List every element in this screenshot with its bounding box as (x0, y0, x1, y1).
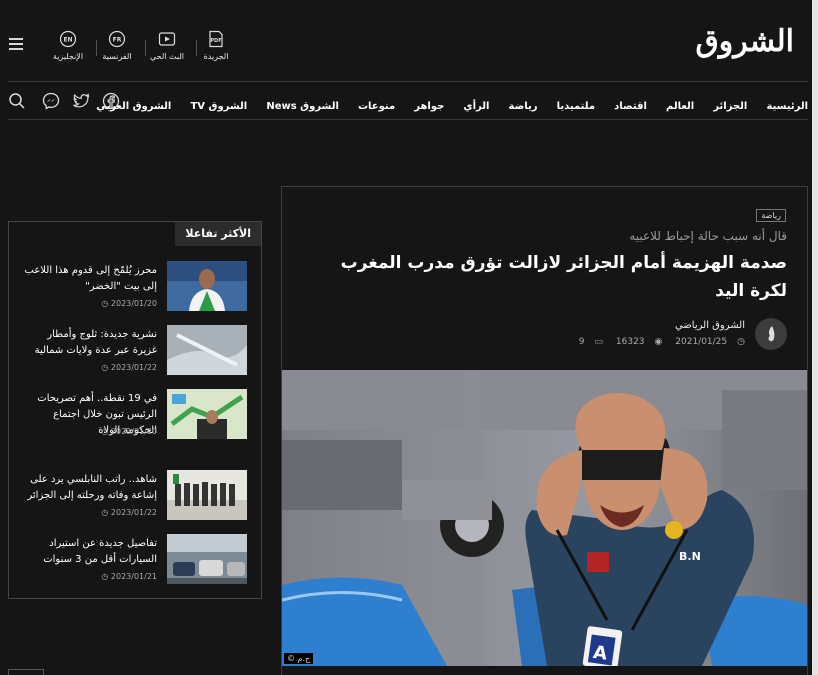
pdf-icon: PDF (209, 30, 223, 48)
list-item-date: ◷ 2023/01/22 (101, 363, 157, 372)
sidebar-title: الأكثر تفاعلا (175, 222, 261, 246)
views-icon: ◉ (654, 337, 663, 347)
article-photo[interactable]: B.N A © ح.م (282, 370, 807, 666)
nav-item-home[interactable]: الرئيسية (766, 101, 808, 112)
article-headline[interactable]: صدمة الهزيمة أمام الجزائر لازالت تؤرق مد… (307, 249, 787, 305)
list-item-date: ◷ 2023/01/20 (101, 427, 157, 436)
coach-photo-illustration: B.N A (282, 370, 807, 666)
list-item-title[interactable]: تفاصيل جديدة عن استيراد السيارات أقل من … (21, 536, 157, 568)
list-item-date-text: 2023/01/21 (110, 572, 157, 581)
category-badge[interactable]: رياضة (756, 209, 786, 222)
nav-item-arabi[interactable]: الشروق العربي (96, 101, 171, 112)
article-meta: ◷ 2021/01/25 ◉ 16323 ▭ 9 (569, 337, 745, 347)
search-icon[interactable] (8, 92, 26, 110)
author-logo-icon (768, 326, 775, 342)
nav-items: الرئيسية الجزائر العالم اقتصاد ملتميديا … (82, 94, 808, 113)
play-icon (158, 32, 176, 46)
photo-credit: © ح.م (284, 653, 314, 664)
list-item[interactable]: تفاصيل جديدة عن استيراد السيارات أقل من … (25, 534, 247, 586)
site-header: EN الإنجليزية FR الفرنسية البث الحي PDF … (0, 0, 812, 82)
english-link-label: الإنجليزية (52, 52, 84, 61)
nav-item-jewels[interactable]: جواهر (414, 101, 444, 112)
next-section-box (8, 669, 44, 675)
newspaper-label: الجريدة (203, 52, 229, 61)
list-item[interactable]: شاهد.. راتب النابلسي يرد على إشاعة وفاته… (25, 470, 247, 522)
most-interacted-sidebar: الأكثر تفاعلا محرز يُلمّح إلى قدوم هذا ا… (8, 221, 262, 599)
list-item-date: ◷ 2023/01/20 (101, 299, 157, 308)
english-link[interactable]: EN الإنجليزية (42, 30, 94, 61)
thumbnail (167, 534, 247, 584)
thumbnail (167, 470, 247, 520)
badge-letter: A (592, 642, 609, 665)
live-stream-label: البث الحي (150, 52, 184, 61)
nav-item-algeria[interactable]: الجزائر (713, 101, 747, 112)
live-stream-link[interactable]: البث الحي (141, 30, 193, 61)
clock-icon: ◷ (101, 572, 111, 581)
clock-icon: ◷ (101, 363, 111, 372)
article-card: رياضة قال أنه سبب حالة إحباط للاعبيه صدم… (281, 186, 808, 675)
messenger-icon[interactable] (42, 92, 60, 110)
site-logo[interactable]: الشروق (695, 24, 795, 59)
nav-item-sports[interactable]: رياضة (509, 101, 538, 112)
nav-item-multimedia[interactable]: ملتميديا (557, 101, 595, 112)
thumbnail (167, 325, 247, 375)
list-item-title[interactable]: شاهد.. راتب النابلسي يرد على إشاعة وفاته… (21, 472, 157, 504)
nav-item-news[interactable]: الشروق News (266, 101, 339, 112)
nav-item-opinion[interactable]: الرأي (463, 101, 489, 112)
nav-item-world[interactable]: العالم (666, 101, 694, 112)
list-item-title[interactable]: نشرية جديدة: ثلوج وأمطار غزيرة عبر عدة و… (21, 327, 157, 359)
french-link-label: الفرنسية (102, 52, 132, 61)
article-views: 16323 (615, 337, 645, 347)
clock-icon: ◷ (101, 427, 111, 436)
main-nav: الرئيسية الجزائر العالم اقتصاد ملتميديا … (8, 82, 808, 120)
article-kicker: قال أنه سبب حالة إحباط للاعبيه (629, 229, 787, 243)
thumbnail (167, 389, 247, 439)
en-icon: EN (59, 30, 77, 48)
french-link[interactable]: FR الفرنسية (91, 30, 143, 61)
list-item[interactable]: نشرية جديدة: ثلوج وأمطار غزيرة عبر عدة و… (25, 325, 247, 377)
svg-text:PDF: PDF (210, 38, 221, 44)
nav-item-economy[interactable]: اقتصاد (614, 101, 647, 112)
list-item-date-text: 2023/01/22 (110, 508, 157, 517)
list-item-date-text: 2023/01/20 (110, 299, 157, 308)
nav-divider (8, 119, 808, 120)
author-avatar[interactable] (755, 318, 787, 350)
author-name[interactable]: الشروق الرياضي (675, 320, 745, 331)
list-item-title[interactable]: محرز يُلمّح إلى قدوم هذا اللاعب إلى بيت … (21, 263, 157, 295)
fr-icon: FR (108, 30, 126, 48)
list-item-date: ◷ 2023/01/22 (101, 508, 157, 517)
clock-icon: ◷ (101, 508, 111, 517)
list-item-date: ◷ 2023/01/21 (101, 572, 157, 581)
list-item[interactable]: محرز يُلمّح إلى قدوم هذا اللاعب إلى بيت … (25, 261, 247, 313)
svg-text:EN: EN (63, 37, 72, 44)
clock-icon: ◷ (101, 299, 111, 308)
list-item-date-text: 2023/01/22 (110, 363, 157, 372)
newspaper-link[interactable]: PDF الجريدة (190, 30, 242, 61)
list-item-date-text: 2023/01/20 (110, 427, 157, 436)
article-date: 2021/01/25 (675, 337, 728, 347)
hamburger-menu-icon[interactable] (9, 38, 23, 50)
nav-item-misc[interactable]: منوعات (358, 101, 395, 112)
thumbnail (167, 261, 247, 311)
svg-text:FR: FR (113, 37, 122, 44)
list-item[interactable]: في 19 نقطة.. أهم تصريحات الرئيس تبون خلا… (25, 389, 247, 441)
shirt-initials: B.N (679, 550, 701, 563)
article-comments[interactable]: 9 (579, 337, 585, 347)
comments-icon: ▭ (594, 337, 604, 347)
calendar-icon: ◷ (737, 337, 745, 347)
nav-item-tv[interactable]: الشروق TV (190, 101, 247, 112)
